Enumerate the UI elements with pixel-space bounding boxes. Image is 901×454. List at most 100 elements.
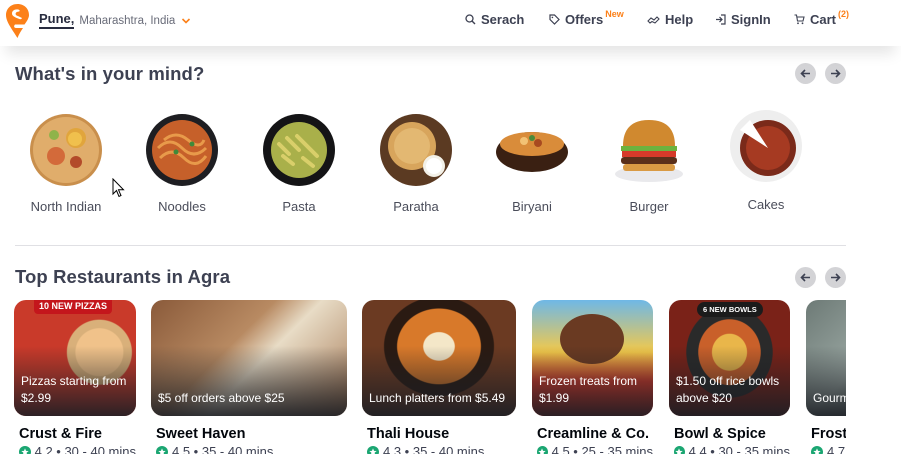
restaurant-card-sweet-haven[interactable]: $5 off orders above $25 Sweet Haven 4.5 …	[151, 300, 347, 454]
restaurant-card-thali-house[interactable]: Lunch platters from $5.49 Thali House 4.…	[362, 300, 516, 454]
offer-text: Pizzas starting from $2.99	[21, 374, 127, 405]
restaurant-name: Bowl & Spice	[674, 426, 766, 442]
restaurant-meta: 4.7	[811, 444, 846, 454]
nav-cart[interactable]: Cart (2)	[794, 8, 850, 27]
offer-text: Frozen treats from $1.99	[539, 374, 638, 405]
cuisine-paratha[interactable]: Paratha	[364, 108, 468, 214]
cuisine-label: Burger	[629, 199, 669, 214]
nav-help[interactable]: Help	[647, 12, 693, 27]
pasta-dish-icon	[263, 114, 335, 186]
restaurant-card-crust-fire[interactable]: 10 NEW PIZZAS Pizzas starting from $2.99…	[14, 300, 136, 454]
promo-banner: 6 NEW BOWLS	[697, 302, 763, 317]
arrow-left-icon	[800, 69, 810, 78]
cuisine-north-indian[interactable]: North Indian	[14, 108, 118, 214]
restaurant-meta: 4.4 • 30 - 35 mins	[674, 444, 790, 454]
restaurant-image: Lunch platters from $5.49	[362, 300, 516, 416]
new-badge: New	[605, 8, 624, 19]
offer-text: $1.50 off rice bowls above $20	[676, 374, 780, 405]
section-divider	[15, 245, 846, 246]
restaurant-meta: 4.5 • 25 - 35 mins	[537, 444, 653, 454]
restaurant-card-frost[interactable]: Gourmet $2.25 Frost 4.7	[806, 300, 846, 454]
restaurants-next-button[interactable]	[825, 267, 846, 288]
restaurant-meta: 4.3 • 35 - 40 mins	[367, 444, 516, 454]
cart-count-badge: (2)	[838, 8, 850, 19]
star-icon	[674, 445, 685, 454]
cuisine-label: Paratha	[393, 199, 439, 214]
restaurants-prev-button[interactable]	[795, 267, 816, 288]
burger-dish-icon	[615, 120, 683, 182]
star-icon	[811, 445, 823, 454]
restaurant-name: Thali House	[367, 426, 450, 442]
restaurant-meta: 4.2 • 30 - 40 mins	[19, 444, 136, 454]
search-icon	[465, 14, 476, 25]
cuisine-label: North Indian	[30, 199, 102, 214]
cuisine-burger[interactable]: Burger	[597, 108, 701, 214]
offer-text: Gourmet $2.25	[813, 391, 846, 405]
cuisine-pasta[interactable]: Pasta	[247, 108, 351, 214]
restaurant-card-clip: Gourmet $2.25 Frost 4.7	[806, 300, 846, 454]
restaurant-image: 6 NEW BOWLS $1.50 off rice bowls above $…	[669, 300, 790, 416]
promo-banner: 10 NEW PIZZAS	[34, 300, 113, 314]
rating-and-time: 4.5 • 35 - 40 mins	[172, 444, 274, 454]
top-header: Pune, Maharashtra, India Serach Offers N…	[0, 0, 901, 46]
section-title-mind: What's in your mind?	[15, 63, 205, 84]
arrow-right-icon	[831, 273, 841, 282]
rating-and-time: 4.3 • 35 - 40 mins	[383, 444, 485, 454]
cuisine-noodles[interactable]: Noodles	[130, 108, 234, 214]
restaurant-image: 10 NEW PIZZAS Pizzas starting from $2.99	[14, 300, 136, 416]
section-title-restaurants: Top Restaurants in Agra	[15, 266, 231, 287]
restaurant-name: Frost	[811, 426, 846, 442]
star-icon	[156, 445, 168, 454]
star-icon	[19, 445, 31, 454]
rating-and-time: 4.4 • 30 - 35 mins	[688, 444, 790, 454]
nav-cart-label: Cart	[810, 12, 837, 27]
restaurant-name: Sweet Haven	[156, 426, 246, 442]
nav-search[interactable]: Serach	[465, 12, 524, 27]
restaurant-name: Creamline & Co.	[537, 426, 649, 442]
help-icon	[647, 15, 660, 24]
swiggy-logo-icon[interactable]	[6, 4, 29, 38]
rating-and-time: 4.7	[827, 444, 846, 454]
north-indian-dish-icon	[30, 114, 102, 186]
nav-offers[interactable]: Offers New	[549, 8, 624, 27]
nav-offers-label: Offers	[565, 12, 604, 27]
restaurant-image: Frozen treats from $1.99	[532, 300, 653, 416]
restaurant-image: $5 off orders above $25	[151, 300, 347, 416]
mind-prev-button[interactable]	[795, 63, 816, 84]
cuisine-biryani[interactable]: Biryani	[480, 108, 584, 214]
restaurant-image: Gourmet $2.25	[806, 300, 846, 416]
paratha-dish-icon	[380, 114, 452, 186]
mouse-cursor-icon	[112, 178, 125, 198]
cuisine-label: Pasta	[282, 199, 316, 214]
cart-icon	[794, 14, 805, 25]
cuisine-label: Noodles	[158, 199, 206, 214]
rating-and-time: 4.5 • 25 - 35 mins	[551, 444, 653, 454]
arrow-right-icon	[831, 69, 841, 78]
cuisine-cakes[interactable]: Cakes	[714, 106, 818, 212]
noodles-dish-icon	[146, 114, 218, 186]
cake-dish-icon	[730, 110, 802, 182]
restaurant-meta: 4.5 • 35 - 40 mins	[156, 444, 347, 454]
offer-text: $5 off orders above $25	[158, 391, 285, 405]
location-region[interactable]: Maharashtra, India	[79, 15, 175, 27]
cuisine-label: Biryani	[512, 199, 552, 214]
biryani-dish-icon	[496, 132, 568, 172]
offer-text: Lunch platters from $5.49	[369, 391, 506, 405]
rating-and-time: 4.2 • 30 - 40 mins	[34, 444, 136, 454]
star-icon	[367, 445, 379, 454]
location-city[interactable]: Pune,	[39, 12, 75, 29]
location-selector[interactable]: Pune, Maharashtra, India	[39, 12, 191, 29]
restaurant-card-creamline[interactable]: Frozen treats from $1.99 Creamline & Co.…	[532, 300, 653, 454]
nav-search-label: Serach	[481, 12, 525, 27]
nav-signin-label: SignIn	[731, 12, 771, 27]
chevron-down-icon[interactable]	[181, 16, 191, 26]
mind-next-button[interactable]	[825, 63, 846, 84]
signin-icon	[716, 14, 726, 25]
nav-signin[interactable]: SignIn	[715, 12, 771, 27]
restaurant-name: Crust & Fire	[19, 426, 102, 442]
arrow-left-icon	[800, 273, 810, 282]
nav-help-label: Help	[665, 12, 694, 27]
restaurant-card-bowl-spice[interactable]: 6 NEW BOWLS $1.50 off rice bowls above $…	[669, 300, 790, 454]
cuisine-label: Cakes	[747, 197, 785, 212]
offer-tag-icon	[549, 14, 560, 25]
